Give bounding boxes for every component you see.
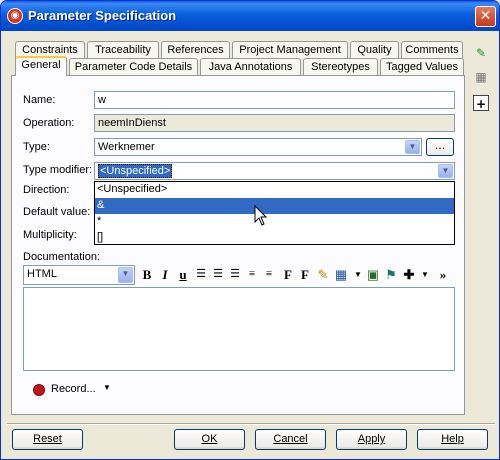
record-icon <box>33 384 45 396</box>
name-label: Name: <box>23 94 56 106</box>
chevron-down-icon[interactable]: ▼ <box>118 267 133 283</box>
numbered-list-icon[interactable]: ≡ <box>244 266 260 283</box>
tab-label: Quality <box>357 44 392 56</box>
type-modifier-dropdown: <Unspecified> & * [] <box>94 181 455 245</box>
chevron-down-icon[interactable]: ▼ <box>405 140 420 154</box>
operation-value: neemInDienst <box>98 117 166 129</box>
table-icon[interactable]: ▦ <box>333 266 349 283</box>
tab-stereotypes[interactable]: Stereotypes <box>303 58 378 76</box>
mouse-cursor-icon <box>254 205 268 226</box>
name-field[interactable]: w <box>94 91 455 109</box>
chevron-down-icon[interactable]: ▼ <box>417 266 433 283</box>
title-bar[interactable]: ◉ Parameter Specification ✕ <box>1 1 499 31</box>
italic-icon[interactable]: I <box>157 266 173 283</box>
apply-label: Apply <box>357 433 386 445</box>
multiplicity-label: Multiplicity: <box>23 229 77 241</box>
reset-button[interactable]: Reset <box>12 429 83 450</box>
tab-project-management[interactable]: Project Management <box>232 41 348 59</box>
separator <box>7 423 495 425</box>
dropdown-option[interactable]: <Unspecified> <box>95 182 454 198</box>
cancel-label: Cancel <box>273 433 308 445</box>
align-center-icon[interactable]: ☰ <box>210 266 226 283</box>
name-value: w <box>98 94 106 106</box>
tab-label: Comments <box>405 44 459 56</box>
bold-icon[interactable]: B <box>139 266 155 283</box>
tab-comments[interactable]: Comments <box>401 41 463 59</box>
align-left-icon[interactable]: ☰ <box>193 266 209 283</box>
help-label: Help <box>441 433 464 445</box>
type-modifier-value: <Unspecified> <box>98 164 173 178</box>
cancel-button[interactable]: Cancel <box>255 429 326 450</box>
tab-java-annotations[interactable]: Java Annotations <box>200 58 301 76</box>
direction-label: Direction: <box>23 184 70 196</box>
insert-icon[interactable]: ✚ <box>401 266 417 283</box>
tab-general[interactable]: General <box>15 56 67 76</box>
format-combo[interactable]: HTML ▼ <box>23 265 135 285</box>
operation-field: neemInDienst <box>94 114 455 132</box>
chevron-down-icon[interactable]: ▼ <box>438 164 453 178</box>
dropdown-option[interactable]: * <box>95 214 454 230</box>
tab-label: Stereotypes <box>311 61 370 73</box>
tab-references[interactable]: References <box>161 41 230 59</box>
font-size-icon[interactable]: F <box>297 266 313 283</box>
stack-icon[interactable]: ▦ <box>473 69 489 85</box>
tab-label: Parameter Code Details <box>74 61 193 73</box>
reset-label: Reset <box>33 433 62 445</box>
type-combo[interactable]: Werknemer ▼ <box>94 138 422 156</box>
type-modifier-combo[interactable]: <Unspecified> ▼ <box>94 162 455 180</box>
help-button[interactable]: Help <box>417 429 488 450</box>
tab-label: Tagged Values <box>386 61 458 73</box>
operation-label: Operation: <box>23 117 75 129</box>
tab-parameter-code-details[interactable]: Parameter Code Details <box>69 58 198 76</box>
more-tools-icon[interactable]: » <box>435 266 451 283</box>
format-value: HTML <box>27 268 57 280</box>
ok-label: OK <box>201 433 218 445</box>
add-icon[interactable]: + <box>473 95 489 111</box>
tab-tagged-values[interactable]: Tagged Values <box>380 58 464 76</box>
bullet-list-icon[interactable]: ≡ <box>261 266 277 283</box>
window-title: Parameter Specification <box>28 8 177 23</box>
documentation-toolbar: HTML ▼ B I u ☰ ☰ ☰ ≡ ≡ F F ✎ ▦ ▼ ▣ ⚑ ✚ ▼… <box>23 265 455 285</box>
tab-label: General <box>21 59 61 71</box>
type-browse-button[interactable]: ... <box>426 138 454 156</box>
highlight-icon[interactable]: ✎ <box>315 266 331 283</box>
type-label: Type: <box>23 141 50 153</box>
app-icon: ◉ <box>7 8 23 24</box>
documentation-editor[interactable] <box>23 287 455 371</box>
align-right-icon[interactable]: ☰ <box>227 266 243 283</box>
documentation-label: Documentation: <box>23 251 101 263</box>
type-value: Werknemer <box>98 141 155 153</box>
tab-label: Java Annotations <box>208 61 293 73</box>
link-icon[interactable]: ⚑ <box>383 266 399 283</box>
dropdown-option[interactable]: & <box>95 198 454 214</box>
dropdown-option[interactable]: [] <box>95 230 454 246</box>
tab-quality[interactable]: Quality <box>350 41 399 59</box>
underline-icon[interactable]: u <box>175 266 191 283</box>
image-icon[interactable]: ▣ <box>365 266 381 283</box>
default-value-label: Default value: <box>23 206 91 218</box>
tab-traceability[interactable]: Traceability <box>87 41 159 59</box>
record-label: Record... <box>51 383 96 395</box>
tab-label: Constraints <box>22 44 78 56</box>
ok-button[interactable]: OK <box>174 429 245 450</box>
close-button[interactable]: ✕ <box>475 6 496 27</box>
parameter-specification-dialog: ◉ Parameter Specification ✕ ✎ ▦ + Constr… <box>0 0 500 460</box>
type-modifier-label: Type modifier: <box>23 164 93 176</box>
font-icon[interactable]: F <box>280 266 296 283</box>
tab-label: References <box>167 44 224 56</box>
tab-label: Traceability <box>95 44 151 56</box>
tab-label: Project Management <box>239 44 341 56</box>
pin-icon[interactable]: ✎ <box>473 45 489 61</box>
apply-button[interactable]: Apply <box>336 429 407 450</box>
chevron-down-icon: ▼ <box>103 383 111 392</box>
chevron-down-icon[interactable]: ▼ <box>350 266 366 283</box>
